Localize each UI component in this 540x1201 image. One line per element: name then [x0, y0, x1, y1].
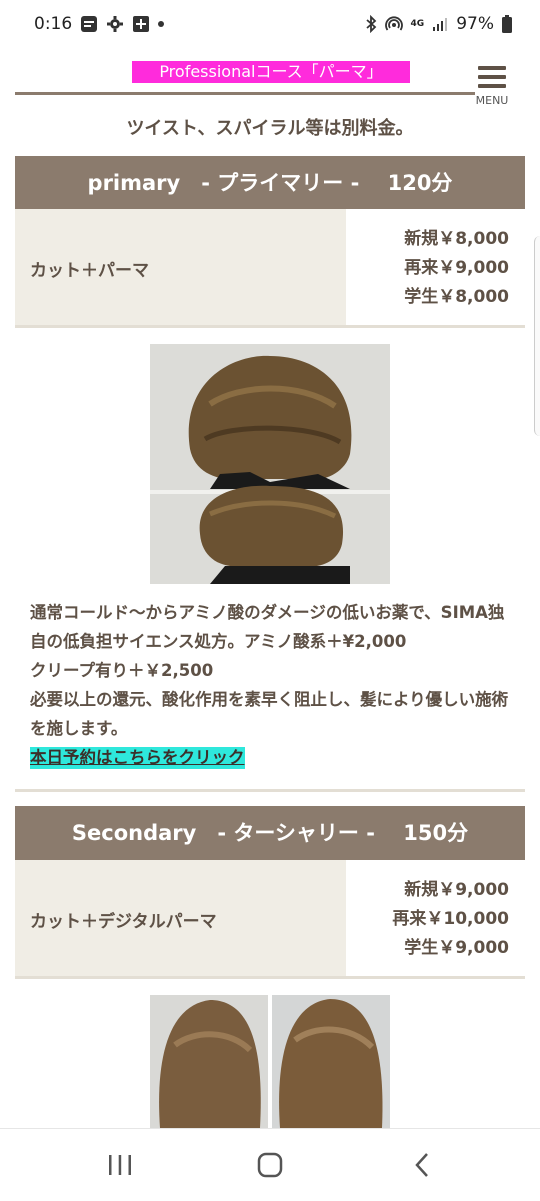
- home-button[interactable]: [240, 1145, 300, 1185]
- site-header: Professionalコース「パーマ」 MENU: [0, 48, 540, 107]
- signal-icon: [432, 16, 448, 32]
- digital-perm-photo: [150, 995, 390, 1128]
- description-line: 必要以上の還元、酸化作用を素早く阻止し、髪により優しい施術を施します。: [30, 690, 509, 738]
- header-divider: [15, 92, 475, 95]
- recents-icon: [109, 1155, 131, 1175]
- gear-icon: [106, 15, 124, 33]
- perm-hair-photo: [150, 344, 390, 584]
- extra-charge-note: ツイスト、スパイラル等は別料金。: [126, 118, 414, 139]
- course-band-secondary: Secondary - ターシャリー - 150分: [15, 806, 525, 860]
- status-bar: 0:16 4G 97%: [0, 0, 540, 48]
- hamburger-icon: [478, 66, 506, 70]
- pay-app-icon: [80, 15, 98, 33]
- status-time: 0:16: [34, 14, 73, 34]
- price-return: 再来￥10,000: [392, 908, 509, 929]
- system-nav-bar: [0, 1128, 540, 1201]
- description-line: クリープ有り＋￥2,500: [30, 661, 214, 680]
- price-student: 学生￥8,000: [404, 286, 509, 307]
- menu-name: カット＋デジタルパーマ: [15, 860, 346, 978]
- course-description: 通常コールド〜からアミノ酸のダメージの低いお薬で、SIMA独自の低負担サイエンス…: [30, 598, 516, 772]
- page-title: Professionalコース「パーマ」: [132, 61, 410, 83]
- price-list: 新規￥9,000 再来￥10,000 学生￥9,000: [346, 860, 525, 978]
- back-icon: [415, 1153, 428, 1177]
- description-line: 通常コールド〜からアミノ酸のダメージの低いお薬で、SIMA独自の低負担サイエンス…: [30, 603, 505, 651]
- battery-percent: 97%: [456, 14, 494, 34]
- recents-button[interactable]: [90, 1145, 150, 1185]
- menu-button[interactable]: MENU: [472, 66, 512, 110]
- price-student: 学生￥9,000: [404, 937, 509, 958]
- price-new: 新規￥8,000: [404, 228, 509, 249]
- reserve-today-link[interactable]: 本日予約はこちらをクリック: [30, 747, 245, 769]
- edge-panel-handle[interactable]: [534, 236, 540, 436]
- section-divider: [15, 789, 525, 792]
- battery-icon: [502, 15, 512, 33]
- back-button[interactable]: [392, 1145, 452, 1185]
- hotspot-icon: [384, 15, 403, 33]
- price-table-primary: カット＋パーマ 新規￥8,000 再来￥9,000 学生￥8,000: [15, 209, 525, 327]
- network-type-icon: 4G: [410, 19, 425, 29]
- section-divider: [15, 976, 525, 979]
- price-new: 新規￥9,000: [404, 879, 509, 900]
- home-icon: [257, 1152, 283, 1178]
- bluetooth-icon: [365, 15, 377, 33]
- price-table-secondary: カット＋デジタルパーマ 新規￥9,000 再来￥10,000 学生￥9,000: [15, 860, 525, 978]
- price-return: 再来￥9,000: [404, 257, 509, 278]
- price-list: 新規￥8,000 再来￥9,000 学生￥8,000: [346, 209, 525, 327]
- notification-dot-icon: [158, 21, 165, 27]
- plus-box-icon: [132, 15, 150, 33]
- menu-label: MENU: [475, 94, 509, 107]
- section-divider: [15, 325, 525, 328]
- menu-name: カット＋パーマ: [15, 209, 346, 327]
- course-band-primary: primary - プライマリー - 120分: [15, 156, 525, 210]
